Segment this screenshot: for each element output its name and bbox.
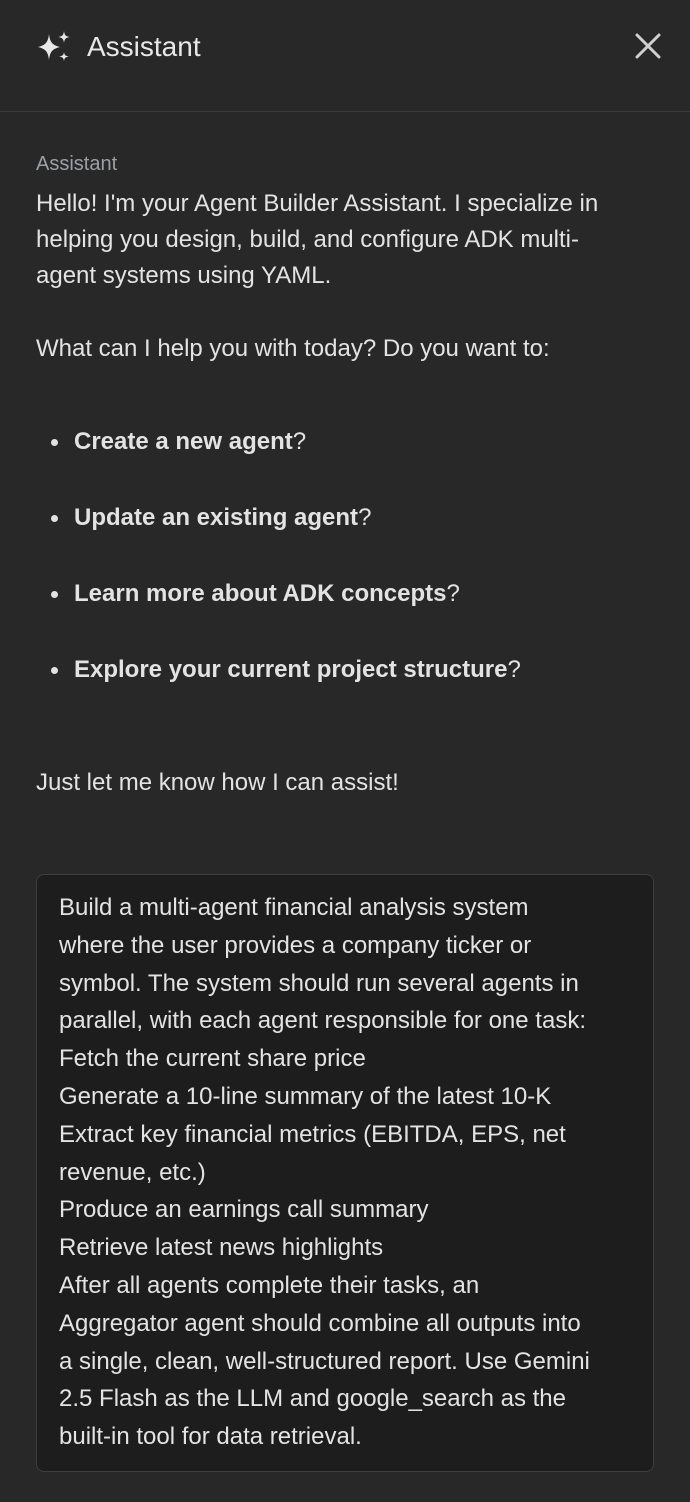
option-label: Update an existing agent <box>74 504 359 531</box>
user-message: Build a multi-agent financial analysis s… <box>36 874 654 1472</box>
user-message-line: Retrieve latest news highlights <box>59 1234 384 1262</box>
user-message-line: parallel, with each agent responsible fo… <box>59 1007 586 1035</box>
option-label: Create a new agent <box>74 428 293 455</box>
intro-line: agent systems using YAML. <box>36 262 332 289</box>
sparkle-icon <box>38 31 70 61</box>
user-message-line: Generate a 10-line summary of the latest… <box>59 1082 552 1110</box>
list-item: Update an existing agent? <box>36 500 646 536</box>
user-message-line: built-in tool for data retrieval. <box>59 1423 362 1451</box>
list-item: Create a new agent? <box>36 424 646 460</box>
panel-title: Assistant <box>87 31 201 62</box>
user-message-line: revenue, etc.) <box>59 1158 206 1186</box>
user-message-line: Aggregator agent should combine all outp… <box>59 1309 581 1337</box>
user-message-line: a single, clean, well-structured report.… <box>59 1347 590 1375</box>
user-message-line: 2.5 Flash as the LLM and google_search a… <box>59 1385 566 1413</box>
user-message-line: After all agents complete their tasks, a… <box>59 1271 480 1299</box>
bullet-icon <box>51 591 58 598</box>
closing-text: Just let me know how I can assist! <box>36 769 399 796</box>
option-suffix: ? <box>507 656 521 683</box>
intro-line: Hello! I'm your Agent Builder Assistant.… <box>36 190 599 217</box>
user-message-line: Extract key financial metrics (EBITDA, E… <box>59 1120 566 1148</box>
option-label: Learn more about ADK concepts <box>74 580 447 607</box>
close-icon[interactable] <box>630 28 666 64</box>
option-suffix: ? <box>446 580 460 607</box>
assistant-message: Assistant Hello! I'm your Agent Builder … <box>36 150 646 801</box>
bullet-icon <box>51 515 58 522</box>
option-suffix: ? <box>358 504 372 531</box>
user-message-line: where the user provides a company ticker… <box>59 931 532 959</box>
message-sender: Assistant <box>36 153 118 175</box>
list-item: Explore your current project structure? <box>36 652 646 688</box>
intro-line: helping you design, build, and configure… <box>36 226 579 253</box>
question-text: What can I help you with today? Do you w… <box>36 335 550 362</box>
option-suffix: ? <box>292 428 307 455</box>
user-message-line: Fetch the current share price <box>59 1045 366 1073</box>
panel-header: Assistant <box>0 0 690 112</box>
user-message-line: Build a multi-agent financial analysis s… <box>59 894 529 921</box>
option-list: Create a new agent? Update an existing a… <box>36 424 646 688</box>
list-item: Learn more about ADK concepts? <box>36 576 646 612</box>
user-message-line: Produce an earnings call summary <box>59 1196 429 1224</box>
option-label: Explore your current project structure <box>74 656 508 683</box>
intro-text: Hello! I'm your Agent Builder Assistant.… <box>36 186 646 294</box>
bullet-icon <box>51 439 58 446</box>
user-message-line: symbol. The system should run several ag… <box>59 969 579 997</box>
bullet-icon <box>51 667 58 674</box>
